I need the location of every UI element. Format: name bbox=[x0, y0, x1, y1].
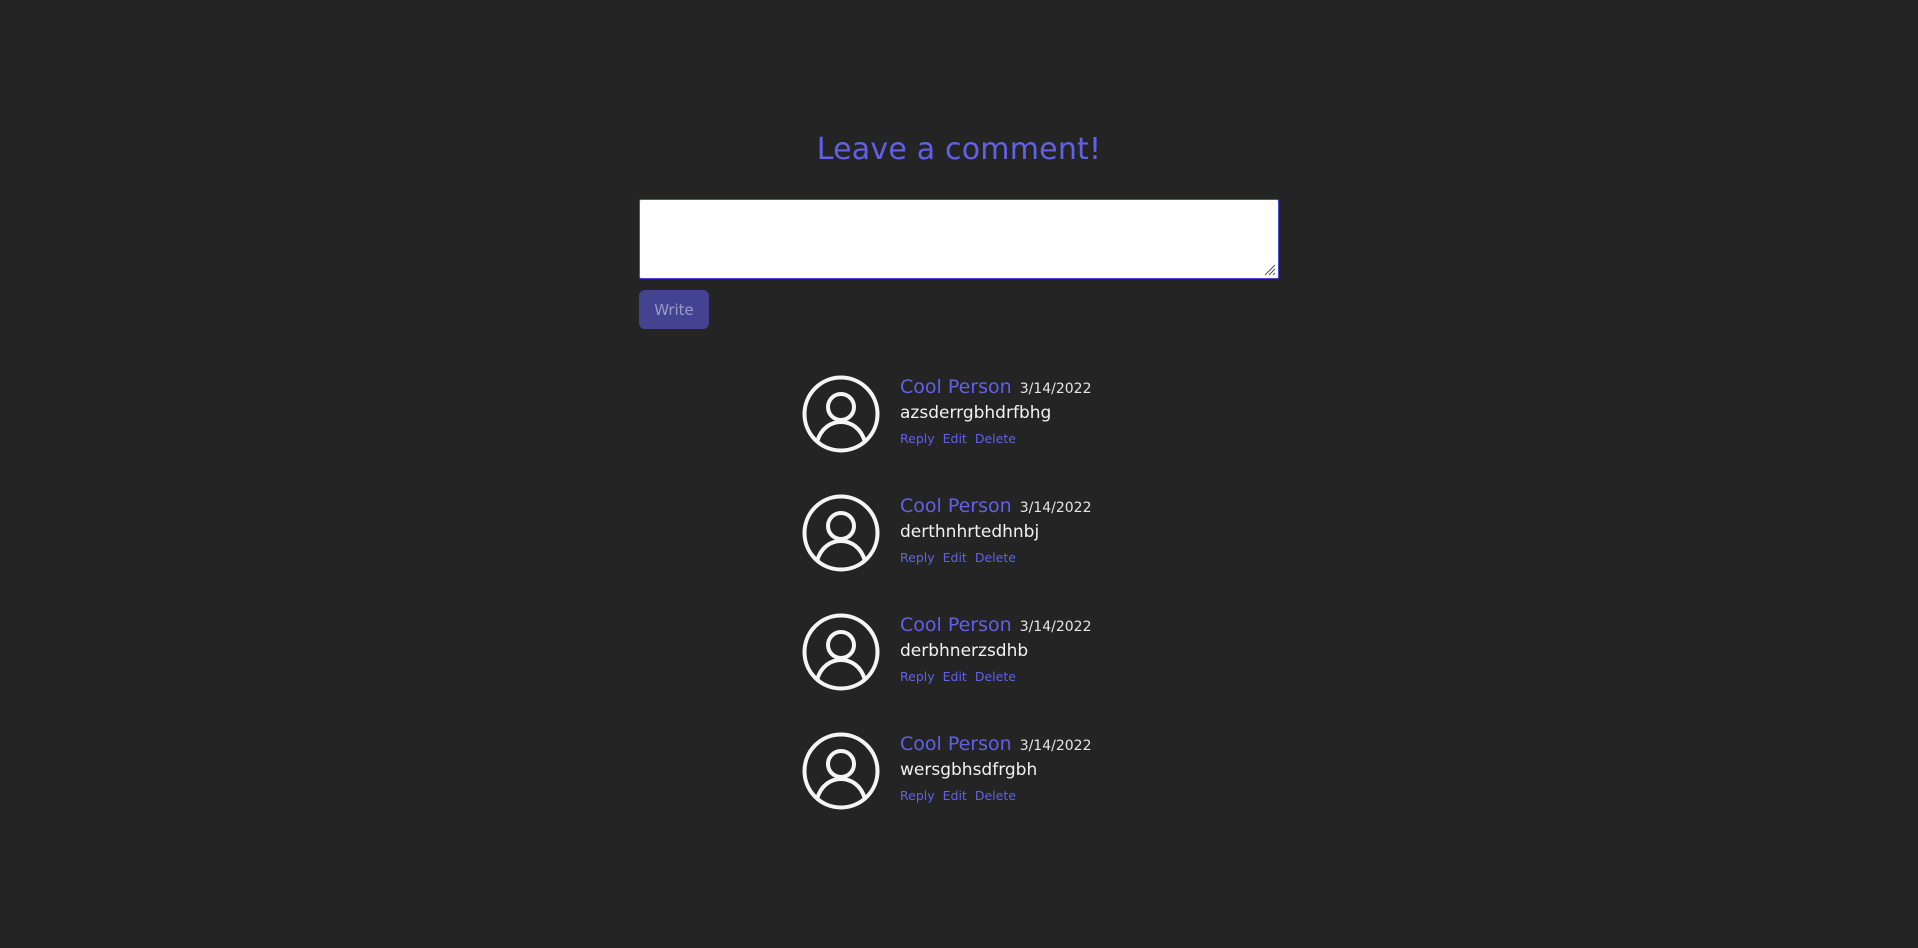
comment-page: Leave a comment! Write Cool Person 3/14/… bbox=[0, 0, 1918, 948]
edit-button[interactable]: Edit bbox=[943, 669, 967, 684]
comment-author[interactable]: Cool Person bbox=[900, 613, 1012, 637]
edit-button[interactable]: Edit bbox=[943, 788, 967, 803]
comment-header: Cool Person 3/14/2022 bbox=[900, 732, 1091, 756]
comment-header: Cool Person 3/14/2022 bbox=[900, 613, 1091, 637]
comment-item: Cool Person 3/14/2022 wersgbhsdfrgbh Rep… bbox=[802, 732, 1302, 851]
delete-button[interactable]: Delete bbox=[975, 431, 1016, 446]
comment-actions: Reply Edit Delete bbox=[900, 431, 1091, 446]
comment-date: 3/14/2022 bbox=[1019, 381, 1092, 397]
user-circle-icon bbox=[802, 494, 880, 572]
user-circle-icon bbox=[802, 613, 880, 691]
comment-author[interactable]: Cool Person bbox=[900, 732, 1012, 756]
comment-text: derthnhrtedhnbj bbox=[900, 522, 1040, 542]
user-circle-icon bbox=[802, 375, 880, 453]
comment-actions: Reply Edit Delete bbox=[900, 669, 1091, 684]
reply-button[interactable]: Reply bbox=[900, 431, 935, 446]
comment-item: Cool Person 3/14/2022 azsderrgbhdrfbhg R… bbox=[802, 375, 1302, 494]
page-title: Leave a comment! bbox=[816, 132, 1102, 167]
reply-button[interactable]: Reply bbox=[900, 788, 935, 803]
delete-button[interactable]: Delete bbox=[975, 550, 1016, 565]
edit-button[interactable]: Edit bbox=[943, 550, 967, 565]
comment-body: Cool Person 3/14/2022 azsderrgbhdrfbhg R… bbox=[900, 375, 1091, 446]
delete-button[interactable]: Delete bbox=[975, 669, 1016, 684]
comment-date: 3/14/2022 bbox=[1019, 619, 1092, 635]
comment-body: Cool Person 3/14/2022 wersgbhsdfrgbh Rep… bbox=[900, 732, 1091, 803]
comment-header: Cool Person 3/14/2022 bbox=[900, 375, 1091, 399]
comment-actions: Reply Edit Delete bbox=[900, 788, 1091, 803]
comment-actions: Reply Edit Delete bbox=[900, 550, 1091, 565]
write-button[interactable]: Write bbox=[639, 290, 709, 329]
comment-item: Cool Person 3/14/2022 derbhnerzsdhb Repl… bbox=[802, 613, 1302, 732]
user-circle-icon bbox=[802, 732, 880, 810]
comment-author[interactable]: Cool Person bbox=[900, 494, 1012, 518]
comment-body: Cool Person 3/14/2022 derbhnerzsdhb Repl… bbox=[900, 613, 1091, 684]
comment-author[interactable]: Cool Person bbox=[900, 375, 1012, 399]
comment-input[interactable] bbox=[639, 199, 1279, 279]
edit-button[interactable]: Edit bbox=[943, 431, 967, 446]
comment-item: Cool Person 3/14/2022 derthnhrtedhnbj Re… bbox=[802, 494, 1302, 613]
comment-date: 3/14/2022 bbox=[1019, 500, 1092, 516]
comment-text: wersgbhsdfrgbh bbox=[900, 760, 1038, 780]
comment-list: Cool Person 3/14/2022 azsderrgbhdrfbhg R… bbox=[802, 375, 1302, 851]
comment-header: Cool Person 3/14/2022 bbox=[900, 494, 1091, 518]
comment-text: derbhnerzsdhb bbox=[900, 641, 1029, 661]
reply-button[interactable]: Reply bbox=[900, 550, 935, 565]
reply-button[interactable]: Reply bbox=[900, 669, 935, 684]
comment-text: azsderrgbhdrfbhg bbox=[900, 403, 1052, 423]
comment-body: Cool Person 3/14/2022 derthnhrtedhnbj Re… bbox=[900, 494, 1091, 565]
comment-date: 3/14/2022 bbox=[1019, 738, 1092, 754]
delete-button[interactable]: Delete bbox=[975, 788, 1016, 803]
